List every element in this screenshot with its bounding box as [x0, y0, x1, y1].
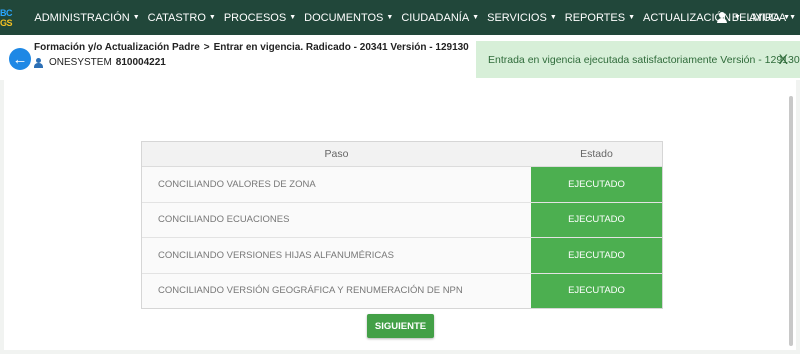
menu-label: REPORTES	[564, 11, 626, 24]
step-cell: CONCILIANDO VERSIONES HIJAS ALFANUMÉRICA…	[158, 249, 394, 261]
caret-down-icon: ▼	[208, 14, 216, 21]
step-cell: CONCILIANDO VALORES DE ZONA	[158, 178, 316, 190]
caret-down-icon: ▼	[386, 14, 394, 21]
caret-down-icon: ▼	[549, 14, 557, 21]
menu-label: SERVICIOS	[487, 11, 547, 24]
table-row: CONCILIANDO VALORES DE ZONA EJECUTADO	[142, 167, 662, 203]
menu-servicios[interactable]: SERVICIOS ▼	[483, 12, 561, 24]
caret-down-icon: ▼	[789, 14, 796, 21]
user-menu[interactable]: BELMIRA ▼	[716, 0, 790, 35]
menu-documentos[interactable]: DOCUMENTOS ▼	[300, 12, 397, 24]
col-state-header: Estado	[580, 148, 613, 160]
menu-label: CATASTRO	[147, 11, 206, 24]
menu-procesos[interactable]: PROCESOS ▼	[220, 12, 300, 24]
breadcrumb-current: Entrar en vigencia. Radicado - 20341 Ver…	[213, 42, 469, 53]
menu-label: ADMINISTRACIÓN	[34, 11, 130, 24]
user-name: BELMIRA	[731, 11, 781, 24]
step-cell: CONCILIANDO ECUACIONES	[158, 214, 290, 226]
col-step-header: Paso	[324, 148, 349, 160]
menu-catastro[interactable]: CATASTRO ▼	[144, 12, 220, 24]
menu-label: PROCESOS	[223, 11, 287, 24]
scrollbar[interactable]	[789, 96, 793, 346]
user-icon	[716, 12, 727, 23]
app-logo[interactable]: BC GS	[0, 5, 18, 31]
steps-table: Paso Estado CONCILIANDO VALORES DE ZONA …	[141, 141, 663, 309]
menu-administracion[interactable]: ADMINISTRACIÓN ▼	[30, 12, 143, 24]
table-row: CONCILIANDO ECUACIONES EJECUTADO	[142, 202, 662, 238]
logo-line-2: GS	[0, 17, 13, 28]
breadcrumb-separator: >	[203, 42, 210, 53]
owner-info: ONESYSTEM 810004221	[34, 57, 166, 68]
menu-label: DOCUMENTOS	[304, 11, 384, 24]
menu-reportes[interactable]: REPORTES ▼	[561, 12, 639, 24]
back-button[interactable]: ←	[9, 48, 31, 70]
state-cell: EJECUTADO	[531, 202, 662, 237]
state-cell: EJECUTADO	[531, 238, 662, 273]
next-button[interactable]: SIGUIENTE	[367, 314, 434, 338]
caret-down-icon: ▼	[628, 14, 636, 21]
breadcrumb-parent[interactable]: Formación y/o Actualización Padre	[34, 42, 200, 53]
step-cell: CONCILIANDO VERSIÓN GEOGRÁFICA Y RENUMER…	[158, 285, 463, 297]
alert-message: Entrada en vigencia ejecutada satisfacto…	[488, 53, 800, 66]
state-cell: EJECUTADO	[531, 167, 662, 202]
menu-ciudadania[interactable]: CIUDADANÍA ▼	[397, 12, 483, 24]
table-row: CONCILIANDO VERSIÓN GEOGRÁFICA Y RENUMER…	[142, 273, 662, 308]
caret-down-icon: ▼	[472, 14, 480, 21]
arrow-left-icon: ←	[12, 50, 28, 68]
caret-down-icon: ▼	[289, 14, 297, 21]
menu-label: CIUDADANÍA	[401, 11, 470, 24]
person-icon	[34, 57, 43, 68]
logo-line-1: BC	[0, 7, 13, 18]
breadcrumb: Formación y/o Actualización Padre > Entrar…	[34, 42, 469, 53]
owner-id: 810004221	[115, 57, 166, 68]
top-navbar: BC GS ADMINISTRACIÓN ▼ CATASTRO ▼ PROCESOS…	[0, 0, 800, 35]
owner-name: ONESYSTEM	[49, 57, 112, 68]
state-cell: EJECUTADO	[531, 273, 662, 308]
caret-down-icon: ▼	[783, 14, 790, 21]
table-header: Paso Estado	[142, 142, 662, 167]
caret-down-icon: ▼	[132, 14, 140, 21]
success-alert: Entrada en vigencia ejecutada satisfacto…	[476, 41, 800, 78]
close-alert-button[interactable]: X	[779, 51, 788, 67]
table-row: CONCILIANDO VERSIONES HIJAS ALFANUMÉRICA…	[142, 238, 662, 274]
main-menu: ADMINISTRACIÓN ▼ CATASTRO ▼ PROCESOS ▼ DOCU…	[30, 12, 800, 24]
